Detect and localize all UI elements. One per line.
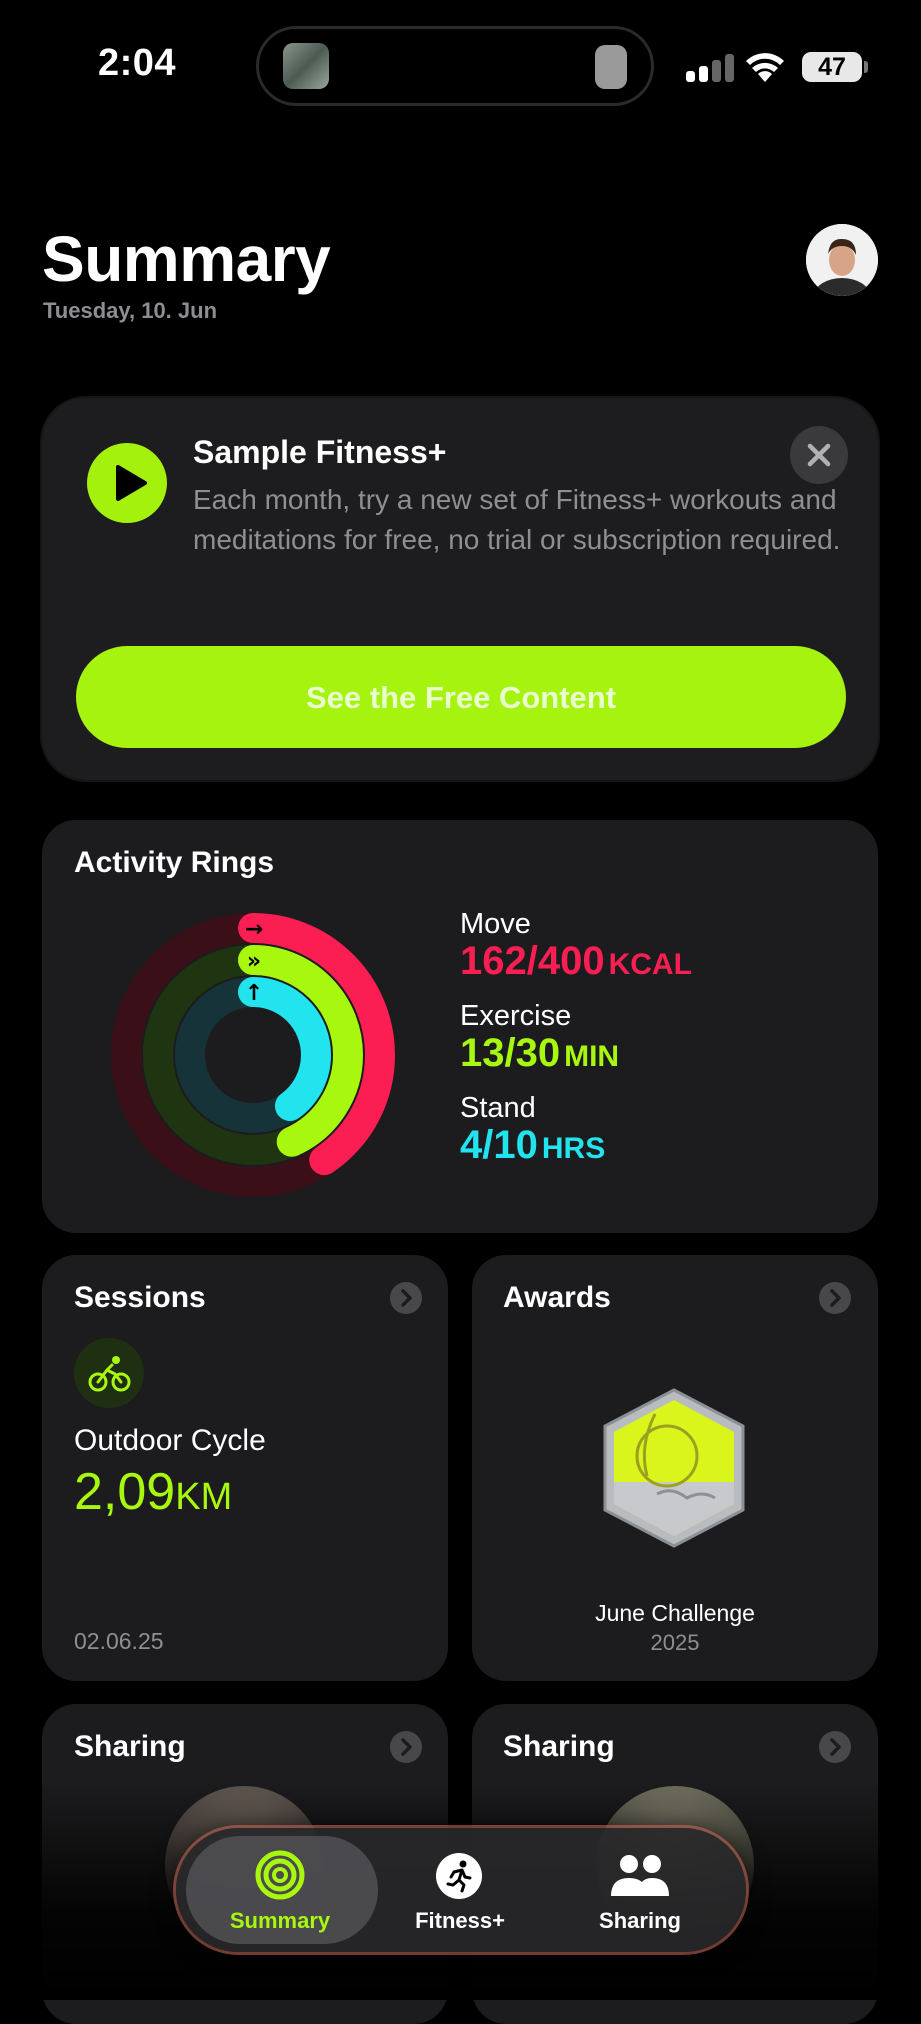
stand-unit: HRS: [541, 1132, 606, 1165]
workout-type: Outdoor Cycle: [74, 1424, 266, 1457]
move-ring-arrow-icon: →: [245, 917, 263, 942]
move-label: Move: [460, 908, 531, 940]
cellular-signal-icon: [686, 54, 736, 82]
sessions-title: Sessions: [74, 1281, 206, 1314]
profile-avatar[interactable]: [806, 224, 878, 296]
now-playing-thumbnail: [283, 43, 329, 89]
homepod-icon: [595, 45, 627, 89]
exercise-metric: Exercise 13/30 MIN: [460, 1000, 619, 1076]
promo-title: Sample Fitness+: [193, 434, 447, 470]
tab-summary-label: Summary: [229, 1908, 331, 1933]
move-unit: KCAL: [608, 948, 692, 981]
page-title: Summary: [42, 223, 331, 295]
sessions-chevron-button[interactable]: [390, 1282, 422, 1314]
exercise-label: Exercise: [460, 1000, 572, 1032]
close-promo-button[interactable]: [790, 426, 848, 484]
sharing-title-right: Sharing: [503, 1730, 615, 1763]
award-year: 2025: [650, 1630, 700, 1655]
june-challenge-award-badge-icon: [603, 1388, 745, 1548]
activity-rings-chart: → » ↑: [111, 913, 395, 1197]
sharing-right-chevron-button[interactable]: [819, 1731, 851, 1763]
chevron-right-icon: [401, 1738, 412, 1756]
awards-chevron-button[interactable]: [819, 1282, 851, 1314]
move-metric: Move 162/400 KCAL: [460, 908, 692, 984]
dynamic-island[interactable]: [256, 26, 654, 106]
exercise-ring-arrow-icon: »: [247, 949, 261, 974]
cycling-icon: [74, 1338, 144, 1408]
see-free-content-button[interactable]: See the Free Content: [76, 646, 846, 748]
activity-rings-title: Activity Rings: [74, 846, 275, 879]
activity-rings-icon: [255, 1850, 305, 1900]
status-time: 2:04: [98, 42, 177, 84]
promo-description: Each month, try a new set of Fitness+ wo…: [193, 484, 841, 555]
sharing-title-left: Sharing: [74, 1730, 186, 1763]
tab-fitness-plus-label: Fitness+: [415, 1908, 505, 1933]
stand-label: Stand: [460, 1092, 536, 1124]
exercise-value: 13/30: [460, 1031, 561, 1075]
play-icon: [87, 443, 167, 523]
tab-sharing-label: Sharing: [599, 1908, 681, 1933]
person-avatar-icon: [806, 224, 878, 296]
distance-unit: KM: [175, 1476, 233, 1518]
stand-metric: Stand 4/10 HRS: [460, 1092, 605, 1168]
close-icon: [807, 443, 831, 467]
chevron-right-icon: [830, 1289, 841, 1307]
page-date: Tuesday, 10. Jun: [43, 298, 218, 323]
people-icon: [611, 1855, 669, 1896]
award-name: June Challenge: [595, 1600, 755, 1626]
runner-icon: [436, 1853, 482, 1899]
exercise-unit: MIN: [564, 1040, 620, 1073]
move-value: 162/400: [460, 939, 605, 983]
stand-ring-arrow-icon: ↑: [245, 981, 263, 1006]
stand-value: 4/10: [460, 1123, 538, 1167]
sharing-left-chevron-button[interactable]: [390, 1731, 422, 1763]
chevron-right-icon: [830, 1738, 841, 1756]
battery-indicator: 47: [802, 52, 862, 82]
wifi-icon: [746, 53, 784, 82]
workout-date: 02.06.25: [74, 1628, 164, 1654]
distance-value: 2,09: [74, 1463, 176, 1521]
workout-distance: 2,09KM: [74, 1462, 232, 1522]
chevron-right-icon: [401, 1289, 412, 1307]
battery-tip: [864, 61, 868, 73]
awards-title: Awards: [503, 1281, 611, 1314]
